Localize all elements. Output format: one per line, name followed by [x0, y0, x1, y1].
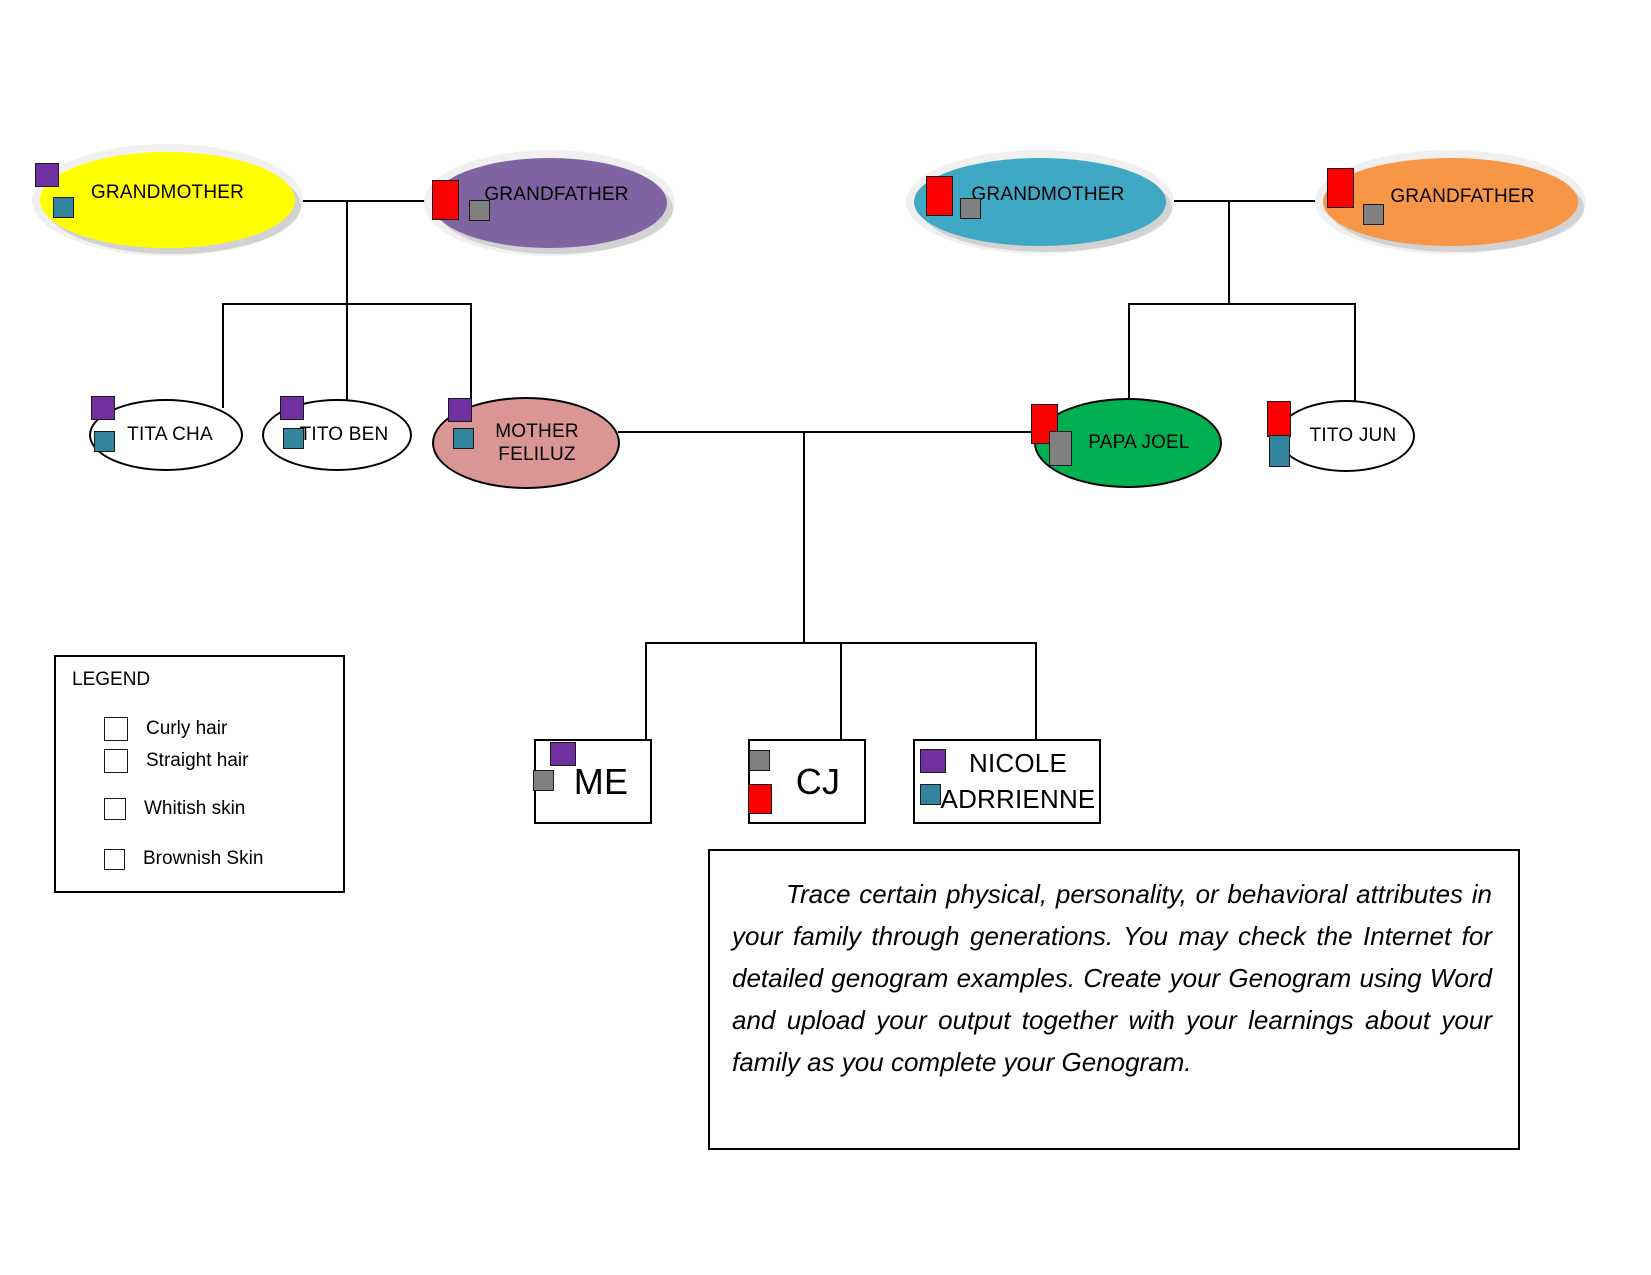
node-label-line2: ADRRIENNE	[940, 783, 1096, 814]
drop-me	[645, 642, 647, 740]
node-mother-feliluz[interactable]: MOTHER FELILUZ	[432, 397, 620, 489]
node-label-line2: FELILUZ	[498, 444, 576, 465]
drop-tita-cha	[222, 303, 224, 408]
chip-brownish-skin	[533, 770, 554, 791]
node-label: TITA CHA	[127, 424, 213, 446]
node-papa-joel[interactable]: PAPA JOEL	[1031, 398, 1222, 488]
drop-cj	[840, 642, 842, 740]
chip-straight-hair	[748, 784, 772, 814]
paternal-marriage-line	[1167, 200, 1331, 202]
maternal-descent-line	[346, 200, 348, 304]
legend-label-whitish-skin: Whitish skin	[144, 798, 246, 819]
node-maternal-grandmother[interactable]: GRANDMOTHER	[35, 152, 295, 248]
drop-papa-joel	[1128, 303, 1130, 408]
chip-curly-hair	[35, 163, 59, 187]
node-label: CJ	[795, 760, 841, 802]
chip-curly-hair	[280, 396, 304, 420]
chip-whitish-skin	[1269, 435, 1290, 467]
chip-whitish-skin	[94, 431, 115, 452]
drop-mother-feliluz	[470, 303, 472, 408]
node-label: GRANDFATHER	[484, 184, 629, 206]
chip-brownish-skin	[1363, 204, 1384, 225]
legend-label-curly-hair: Curly hair	[146, 718, 228, 739]
chip-whitish-skin	[283, 428, 304, 449]
chip-curly-hair	[91, 396, 115, 420]
instructions-box: Trace certain physical, personality, or …	[708, 849, 1520, 1150]
node-label: NICOLE ADRRIENNE	[941, 746, 1096, 816]
chip-brownish-skin	[469, 200, 490, 221]
paternal-sibling-bar	[1128, 303, 1356, 305]
legend-label-straight-hair: Straight hair	[146, 750, 249, 771]
legend-title: LEGEND	[72, 669, 151, 690]
chip-straight-hair	[432, 180, 459, 220]
node-tito-ben[interactable]: TITO BEN	[262, 396, 412, 471]
legend-row-whitish-skin: Whitish skin	[104, 798, 245, 820]
chip-brownish-skin	[749, 750, 770, 771]
legend-label-brownish-skin: Brownish Skin	[143, 848, 264, 869]
node-label: MOTHER FELILUZ	[495, 420, 579, 466]
chip-straight-hair	[926, 176, 953, 216]
chip-whitish-skin	[53, 197, 74, 218]
instructions-text: Trace certain physical, personality, or …	[732, 879, 1492, 1078]
parents-marriage-line	[618, 431, 1036, 433]
legend-swatch-whitish-skin	[104, 798, 126, 820]
node-maternal-grandfather[interactable]: GRANDFATHER	[432, 158, 667, 248]
node-tita-cha[interactable]: TITA CHA	[89, 396, 243, 471]
legend-swatch-brownish-skin	[104, 848, 125, 870]
chip-whitish-skin	[453, 428, 474, 449]
chip-curly-hair	[448, 398, 472, 422]
legend-swatch-straight-hair	[104, 749, 128, 773]
chip-curly-hair	[550, 742, 576, 766]
node-label: GRANDFATHER	[1390, 186, 1535, 208]
legend-row-straight-hair: Straight hair	[104, 749, 248, 773]
drop-nicole	[1035, 642, 1037, 740]
maternal-marriage-line	[293, 200, 448, 202]
node-label: GRANDMOTHER	[90, 182, 245, 204]
parents-descent-line	[803, 431, 805, 643]
legend-box: LEGEND Curly hair Straight hair Whitish …	[54, 655, 345, 893]
node-label: TITO JUN	[1309, 425, 1397, 447]
chip-straight-hair	[1267, 401, 1291, 437]
paternal-descent-line	[1228, 200, 1230, 304]
chip-brownish-skin	[1049, 431, 1072, 466]
drop-tito-jun	[1354, 303, 1356, 408]
node-label-line1: NICOLE	[968, 748, 1067, 779]
chip-curly-hair	[920, 749, 946, 773]
node-me[interactable]: ME	[533, 739, 652, 824]
node-label: ME	[573, 760, 629, 802]
node-cj[interactable]: CJ	[748, 739, 866, 824]
node-paternal-grandmother[interactable]: GRANDMOTHER	[914, 158, 1166, 246]
drop-tito-ben	[346, 303, 348, 408]
node-label-line1: MOTHER	[495, 420, 579, 442]
legend-row-curly-hair: Curly hair	[104, 717, 227, 741]
chip-whitish-skin	[920, 784, 941, 805]
chip-brownish-skin	[960, 198, 981, 219]
node-label: GRANDMOTHER	[971, 184, 1125, 206]
node-tito-jun[interactable]: TITO JUN	[1267, 400, 1415, 472]
node-nicole-adrrienne[interactable]: NICOLE ADRRIENNE	[913, 739, 1101, 824]
genogram-canvas: GRANDMOTHER GRANDFATHER GRANDMOTHER GRAN…	[0, 0, 1651, 1275]
legend-row-brownish-skin: Brownish Skin	[104, 848, 263, 870]
legend-swatch-curly-hair	[104, 717, 128, 741]
node-paternal-grandfather[interactable]: GRANDFATHER	[1323, 158, 1578, 246]
node-label: PAPA JOEL	[1088, 432, 1190, 454]
node-label: TITO BEN	[299, 424, 389, 446]
chip-straight-hair	[1327, 168, 1354, 208]
